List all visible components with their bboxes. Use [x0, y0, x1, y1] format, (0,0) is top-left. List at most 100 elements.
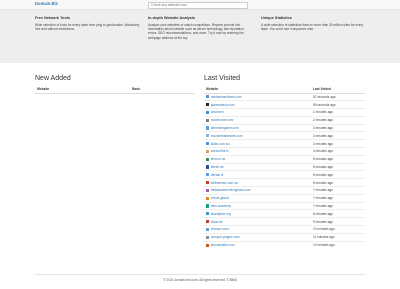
website-cell: virtus.de — [204, 217, 309, 226]
search-input[interactable] — [148, 1, 248, 9]
website-link[interactable]: taconsbaltic.com — [211, 243, 235, 247]
favicon-icon — [206, 243, 210, 247]
column-header-website: Website — [204, 86, 309, 94]
last-visited-time: 7 minutes ago — [309, 193, 365, 203]
website-cell: dierenbingame.com — [204, 123, 309, 132]
website-link[interactable]: dierenbingame.com — [211, 126, 239, 130]
website-link[interactable]: retro.academy — [211, 204, 231, 208]
footer-divider — [35, 274, 365, 275]
favicon-icon — [206, 173, 210, 177]
last-visited-time: 10 minutes ago — [309, 225, 365, 234]
last-visited-time: 12 minutes ago — [309, 240, 365, 249]
website-cell: aklas.com.au — [204, 139, 309, 148]
website-link[interactable]: zeecertiful.in — [211, 149, 229, 153]
last-visited-title: Last Visited — [204, 75, 241, 82]
website-link[interactable]: midasautomotivingham.com — [211, 188, 251, 192]
last-visited-time: 3 minutes ago — [309, 123, 365, 132]
last-visited-rows: mediashandiesel.com 57 seconds ago placeos… — [204, 92, 365, 249]
favicon-icon — [206, 227, 210, 231]
website-cell: zeecertiful.in — [204, 147, 309, 156]
website-cell: taconsbaltic.com — [204, 240, 309, 249]
last-visited-time: 59 seconds ago — [309, 100, 365, 109]
feature-website-analysis: In-depth Website Analysis Analyze your w… — [148, 16, 253, 40]
last-visited-time: 9 minutes ago — [309, 217, 365, 226]
table-row: bellnatento.com.ua 6 minutes ago — [204, 178, 365, 187]
website-cell: moopenkaikeside.com — [204, 131, 309, 140]
last-visited-time: 3 minutes ago — [309, 131, 365, 140]
feature-text: Wide selection of tools for every taste … — [35, 23, 140, 32]
table-row: eitech.de 6 minutes ago — [204, 162, 365, 171]
last-visited-time: 2 minutes ago — [309, 115, 365, 125]
table-row: zeecertiful.in 4 minutes ago — [204, 147, 365, 156]
table-row: virtus.de 9 minutes ago — [204, 217, 365, 226]
table-row: dierenbingame.com 3 minutes ago — [204, 123, 365, 132]
last-visited-time: 6 minutes ago — [309, 162, 365, 171]
favicon-icon — [206, 219, 210, 224]
last-visited-time: 3 minutes ago — [309, 139, 365, 148]
website-link[interactable]: moopenkaikeside.com — [211, 134, 243, 138]
website-link[interactable]: virtus.de — [211, 220, 223, 224]
website-cell: midasautomotivingham.com — [204, 186, 309, 195]
website-link[interactable]: beautyline.org — [211, 212, 231, 216]
brand-logo-link[interactable]: Domain.Biz — [35, 1, 58, 6]
top-navbar: Domain.Biz — [0, 0, 400, 10]
website-link[interactable]: aklas.com.au — [211, 142, 230, 146]
table-row: retro.academy 7 minutes ago — [204, 201, 365, 210]
table-header-row: Website Rank — [35, 86, 195, 94]
column-header-last-visited: Last Visited — [309, 86, 365, 94]
website-cell: eitech.de — [204, 162, 309, 171]
website-link[interactable]: eitech.de — [211, 165, 224, 169]
feature-title: Free Network Tools — [35, 16, 70, 20]
table-row: elea.co.uk 6 minutes ago — [204, 154, 365, 164]
website-link[interactable]: decals.nl — [211, 173, 224, 177]
table-row: campus-prague.com 11 minutes ago — [204, 232, 365, 242]
favicon-icon — [206, 196, 210, 200]
last-visited-time: 1 minutes ago — [309, 108, 365, 117]
footer-copyright: © 2021 domain-hrn.com. All rights reserv… — [163, 278, 237, 282]
website-link[interactable]: virtual.global — [211, 196, 229, 200]
last-visited-time: 7 minutes ago — [309, 186, 365, 195]
table-row: moopenkaikeside.com 3 minutes ago — [204, 131, 365, 140]
website-cell: movieorder.com — [204, 115, 309, 125]
table-row: viral.teen 1 minutes ago — [204, 108, 365, 117]
favicon-icon — [206, 188, 210, 192]
table-row: taconsbaltic.com 12 minutes ago — [204, 240, 365, 249]
feature-text: A wide selection of statistical data on … — [261, 23, 364, 32]
website-cell: bellnatento.com.ua — [204, 178, 309, 187]
favicon-icon — [206, 141, 210, 146]
favicon-icon — [206, 95, 210, 99]
website-link[interactable]: movieorder.com — [211, 118, 234, 122]
website-link[interactable]: mediashandiesel.com — [211, 95, 242, 99]
last-visited-time: 57 seconds ago — [309, 92, 365, 101]
website-cell: mediashandiesel.com — [204, 92, 309, 101]
favicon-icon — [206, 103, 210, 107]
table-row: mediashandiesel.com 57 seconds ago — [204, 92, 365, 101]
website-cell: virtual.global — [204, 193, 309, 203]
table-row: decals.nl 6 minutes ago — [204, 170, 365, 179]
favicon-icon — [206, 165, 210, 169]
website-link[interactable]: bellnatento.com.ua — [211, 181, 238, 185]
website-link[interactable]: elea.co.uk — [211, 157, 226, 161]
website-cell: campus-prague.com — [204, 232, 309, 242]
website-cell: retro.academy — [204, 201, 309, 210]
table-row: aklas.com.au 3 minutes ago — [204, 139, 365, 148]
website-link[interactable]: campus-prague.com — [211, 235, 240, 239]
features-jumbotron: Free Network Tools Wide selection of too… — [0, 10, 400, 63]
favicon-icon — [206, 204, 210, 208]
website-link[interactable]: viral.teen — [211, 110, 224, 114]
favicon-icon — [206, 118, 210, 122]
table-row: virtusan.com 10 minutes ago — [204, 225, 365, 234]
last-visited-time: 6 minutes ago — [309, 170, 365, 179]
last-visited-time: 6 minutes ago — [309, 178, 365, 187]
last-visited-time: 8 minutes ago — [309, 209, 365, 218]
website-link[interactable]: placeosterly.com — [211, 103, 235, 107]
column-header-website: Website — [35, 86, 130, 94]
new-added-title: New Added — [35, 75, 71, 82]
website-cell: viral.teen — [204, 108, 309, 117]
website-link[interactable]: virtusan.com — [211, 227, 229, 231]
website-cell: decals.nl — [204, 170, 309, 179]
last-visited-time: 7 minutes ago — [309, 201, 365, 210]
table-row: virtual.global 7 minutes ago — [204, 193, 365, 203]
new-added-table: Website Rank — [35, 86, 195, 94]
website-cell: beautyline.org — [204, 209, 309, 218]
